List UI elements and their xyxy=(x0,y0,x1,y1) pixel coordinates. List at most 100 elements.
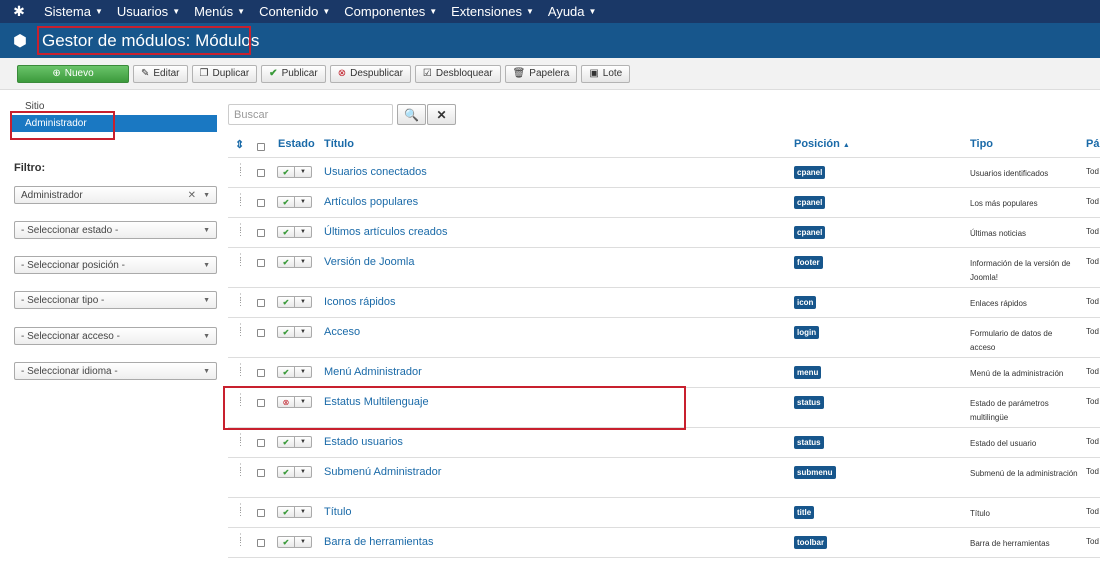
unpublish-button[interactable]: ⊗ Despublicar xyxy=(329,64,411,83)
status-toggle[interactable]: ✔ ▼ xyxy=(277,196,312,208)
type-select[interactable]: - Seleccionar tipo - ▼ xyxy=(14,291,217,309)
language-select[interactable]: - Seleccionar idioma - ▼ xyxy=(14,362,217,380)
module-type: Los más populares xyxy=(970,199,1038,208)
menu-menus[interactable]: Menús ▼ xyxy=(188,4,253,19)
caret-down-icon[interactable]: ▼ xyxy=(295,327,311,337)
new-label: Nuevo xyxy=(64,68,94,79)
search-button[interactable]: 🔍 xyxy=(397,104,426,125)
drag-handle-icon[interactable]: ⋮ ⋮ xyxy=(236,463,245,477)
dropdown-arrow-icon: ▼ xyxy=(203,296,210,304)
status-toggle[interactable]: ✔ ▼ xyxy=(277,506,312,518)
menu-contenido[interactable]: Contenido ▼ xyxy=(253,4,338,19)
trash-button[interactable]: 🗑 Papelera xyxy=(504,64,578,83)
position-select-value: - Seleccionar posición - xyxy=(21,259,125,271)
row-checkbox[interactable] xyxy=(257,469,265,477)
module-title-link[interactable]: Submenú Administrador xyxy=(324,466,441,478)
client-select-value: Administrador xyxy=(21,189,83,201)
module-title-link[interactable]: Iconos rápidos xyxy=(324,296,396,308)
unpublish-icon: ⊗ xyxy=(337,68,347,79)
caret-down-icon[interactable]: ▼ xyxy=(295,297,311,307)
status-toggle[interactable]: ✔ ▼ xyxy=(277,366,312,378)
joomla-logo-icon[interactable]: ✱ xyxy=(0,0,38,23)
menu-extensiones[interactable]: Extensiones ▼ xyxy=(445,4,542,19)
status-toggle[interactable]: ✔ ▼ xyxy=(277,326,312,338)
column-tipo[interactable]: Tipo xyxy=(970,138,993,150)
row-checkbox[interactable] xyxy=(257,259,265,267)
published-check-icon: ✔ xyxy=(278,507,295,517)
caret-down-icon[interactable]: ▼ xyxy=(295,467,311,477)
module-title-link[interactable]: Menú Administrador xyxy=(324,366,422,378)
caret-down-icon: ▼ xyxy=(429,7,438,16)
drag-handle-icon[interactable]: ⋮ ⋮ xyxy=(236,163,245,177)
drag-handle-icon[interactable]: ⋮ ⋮ xyxy=(236,293,245,307)
edit-button[interactable]: ✎ Editar xyxy=(133,64,188,83)
status-toggle[interactable]: ✔ ▼ xyxy=(277,256,312,268)
drag-handle-icon[interactable]: ⋮ ⋮ xyxy=(236,193,245,207)
drag-handle-icon[interactable]: ⋮ ⋮ xyxy=(236,363,245,377)
caret-down-icon: ▼ xyxy=(525,7,534,16)
caret-down-icon[interactable]: ▼ xyxy=(295,537,311,547)
position-select[interactable]: - Seleccionar posición - ▼ xyxy=(14,256,217,274)
column-paginas[interactable]: Pág xyxy=(1086,138,1100,150)
row-checkbox[interactable] xyxy=(257,199,265,207)
module-title-link[interactable]: Estado usuarios xyxy=(324,436,403,448)
row-checkbox[interactable] xyxy=(257,299,265,307)
state-select[interactable]: - Seleccionar estado - ▼ xyxy=(14,221,217,239)
status-toggle[interactable]: ✔ ▼ xyxy=(277,466,312,478)
menu-ayuda[interactable]: Ayuda ▼ xyxy=(542,4,605,19)
module-title-link[interactable]: Últimos artículos creados xyxy=(324,226,448,238)
module-title-link[interactable]: Acceso xyxy=(324,326,360,338)
batch-icon: ▣ xyxy=(589,68,599,79)
client-select[interactable]: Administrador ✕ ▼ xyxy=(14,186,217,204)
duplicate-button[interactable]: ❐ Duplicar xyxy=(191,64,258,83)
access-select[interactable]: - Seleccionar acceso - ▼ xyxy=(14,327,217,345)
module-title-link[interactable]: Usuarios conectados xyxy=(324,166,427,178)
status-toggle[interactable]: ✔ ▼ xyxy=(277,166,312,178)
batch-button[interactable]: ▣ Lote xyxy=(581,64,631,83)
menu-usuarios[interactable]: Usuarios ▼ xyxy=(111,4,188,19)
search-input[interactable]: Buscar xyxy=(228,104,393,125)
ordering-icon[interactable]: ⇕ xyxy=(235,138,244,151)
select-all-checkbox[interactable] xyxy=(257,143,265,151)
drag-handle-icon[interactable]: ⋮ ⋮ xyxy=(236,323,245,337)
drag-handle-icon[interactable]: ⋮ ⋮ xyxy=(236,533,245,547)
column-estado[interactable]: Estado xyxy=(278,138,315,150)
drag-handle-icon[interactable]: ⋮ ⋮ xyxy=(236,223,245,237)
row-checkbox[interactable] xyxy=(257,369,265,377)
caret-down-icon[interactable]: ▼ xyxy=(295,437,311,447)
row-checkbox[interactable] xyxy=(257,509,265,517)
clear-icon[interactable]: ✕ xyxy=(188,190,196,201)
drag-handle-icon[interactable]: ⋮ ⋮ xyxy=(236,253,245,267)
row-checkbox[interactable] xyxy=(257,169,265,177)
caret-down-icon[interactable]: ▼ xyxy=(295,167,311,177)
module-title-link[interactable]: Versión de Joomla xyxy=(324,256,415,268)
module-title-link[interactable]: Artículos populares xyxy=(324,196,418,208)
status-toggle[interactable]: ✔ ▼ xyxy=(277,436,312,448)
table-row: ⋮ ⋮ ✔ ▼ Acceso login Formulario de datos de ac… xyxy=(228,318,1100,358)
duplicate-label: Duplicar xyxy=(212,68,250,79)
column-titulo[interactable]: Título xyxy=(324,138,354,150)
column-posicion[interactable]: Posición ▲ xyxy=(794,138,850,150)
unlock-button[interactable]: ☑ Desbloquear xyxy=(414,64,501,83)
module-title-link[interactable]: Barra de herramientas xyxy=(324,536,433,548)
caret-down-icon[interactable]: ▼ xyxy=(295,257,311,267)
row-checkbox[interactable] xyxy=(257,439,265,447)
row-checkbox[interactable] xyxy=(257,229,265,237)
menu-sistema[interactable]: Sistema ▼ xyxy=(38,4,111,19)
caret-down-icon[interactable]: ▼ xyxy=(295,227,311,237)
status-toggle[interactable]: ✔ ▼ xyxy=(277,536,312,548)
drag-handle-icon[interactable]: ⋮ ⋮ xyxy=(236,503,245,517)
caret-down-icon[interactable]: ▼ xyxy=(295,507,311,517)
status-toggle[interactable]: ✔ ▼ xyxy=(277,226,312,238)
menu-componentes[interactable]: Componentes ▼ xyxy=(338,4,445,19)
status-toggle[interactable]: ✔ ▼ xyxy=(277,296,312,308)
caret-down-icon[interactable]: ▼ xyxy=(295,367,311,377)
row-checkbox[interactable] xyxy=(257,329,265,337)
new-button[interactable]: ⊕ Nuevo xyxy=(17,64,129,83)
drag-handle-icon[interactable]: ⋮ ⋮ xyxy=(236,433,245,447)
row-checkbox[interactable] xyxy=(257,539,265,547)
publish-button[interactable]: ✔ Publicar xyxy=(261,64,326,83)
module-title-link[interactable]: Título xyxy=(324,506,352,518)
clear-search-button[interactable]: ✕ xyxy=(427,104,456,125)
caret-down-icon[interactable]: ▼ xyxy=(295,197,311,207)
